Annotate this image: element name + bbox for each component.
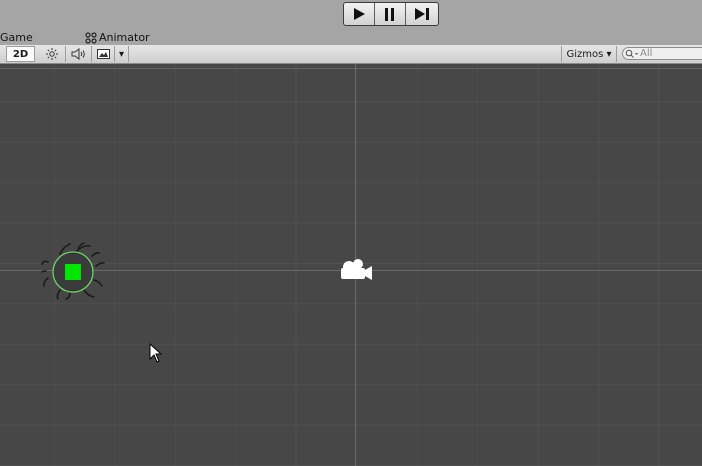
effects-dropdown[interactable]: ▾ [115, 46, 129, 62]
search-field[interactable] [622, 47, 702, 60]
step-icon [415, 8, 429, 20]
light-icon [45, 48, 58, 60]
player-sprite-gizmo[interactable] [40, 242, 106, 300]
scene-lighting-toggle[interactable] [38, 46, 66, 62]
2d-mode-toggle[interactable]: 2D [6, 46, 35, 62]
scene-effects-toggle[interactable] [93, 46, 115, 62]
2d-mode-label: 2D [12, 48, 29, 60]
image-icon [97, 49, 110, 59]
gizmos-dropdown[interactable]: Gizmos ▾ [561, 46, 617, 62]
play-button[interactable] [344, 3, 375, 25]
play-controls-bar [0, 0, 702, 30]
tab-animator[interactable]: Animator [85, 31, 150, 45]
tab-game-label: Game [0, 31, 33, 44]
scene-audio-toggle[interactable] [66, 46, 92, 62]
scene-toolbar: 2D ▾ Gizmos ▾ [0, 45, 702, 64]
animator-icon [85, 32, 97, 44]
search-input[interactable] [640, 48, 698, 59]
mouse-cursor-icon [149, 343, 163, 363]
scene-grid-line [0, 68, 702, 69]
gizmos-label: Gizmos ▾ [566, 48, 612, 60]
tab-animator-label: Animator [99, 31, 150, 44]
pause-button[interactable] [375, 3, 406, 25]
scene-viewport[interactable] [0, 64, 702, 466]
effects-dropdown-arrow: ▾ [118, 48, 125, 60]
tab-row: Game Animator [0, 30, 702, 45]
step-button[interactable] [406, 3, 438, 25]
search-icon [625, 49, 638, 58]
play-controls [343, 2, 439, 26]
play-icon [354, 8, 365, 20]
tab-game[interactable]: Game [0, 31, 33, 45]
audio-icon [71, 48, 85, 60]
pause-icon [385, 7, 394, 21]
camera-gizmo-icon[interactable] [338, 258, 374, 284]
